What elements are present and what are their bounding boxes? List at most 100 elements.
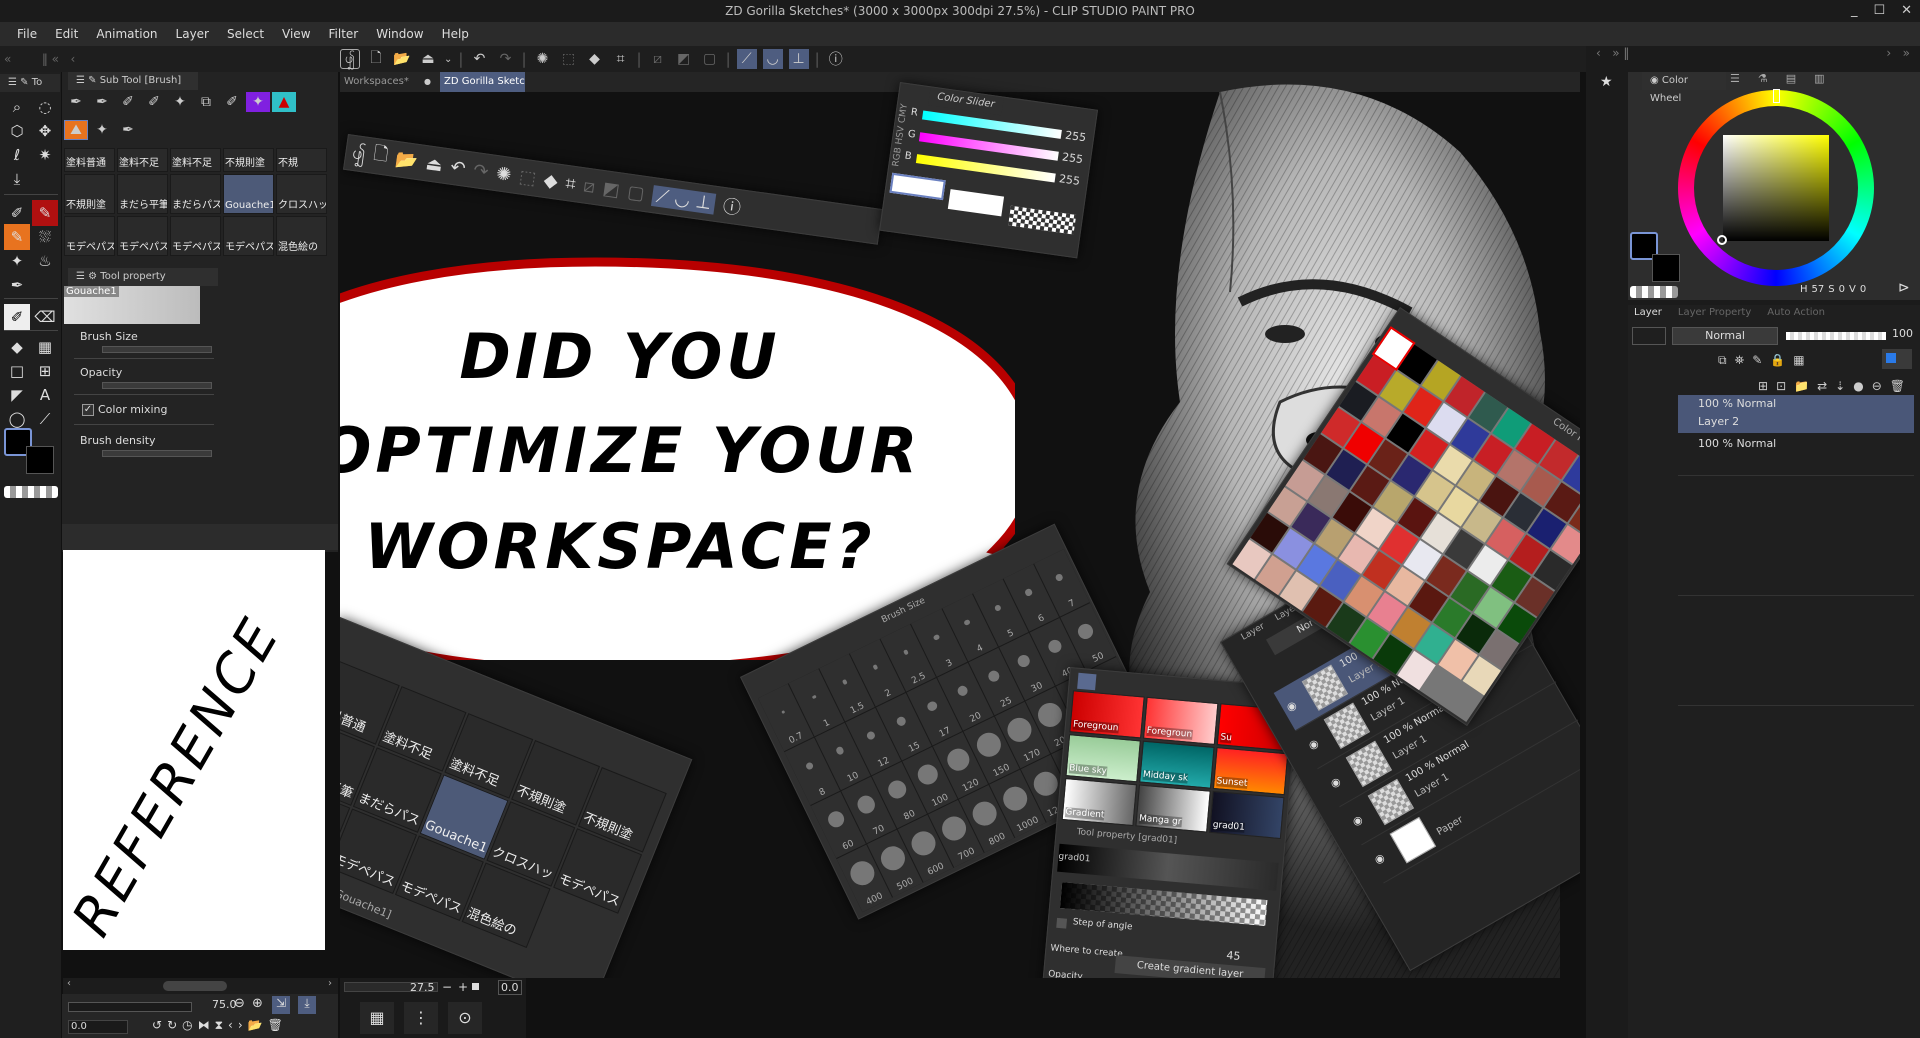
- brush-item[interactable]: 塗料不足: [117, 148, 168, 172]
- menu-edit[interactable]: Edit: [46, 22, 87, 46]
- rotate-right-icon[interactable]: ↻: [167, 1018, 177, 1033]
- zoom-out-icon[interactable]: ⊖: [234, 996, 245, 1011]
- step-angle-checkbox[interactable]: [1056, 917, 1068, 929]
- layer-color-icon[interactable]: [1882, 349, 1912, 369]
- color-picker-cursor[interactable]: [1717, 235, 1727, 245]
- gradient-preset[interactable]: Blue sky: [1065, 734, 1141, 783]
- lock-transparent-icon[interactable]: ▦: [1793, 353, 1804, 368]
- brush-item[interactable]: 塗料不足: [170, 148, 221, 172]
- lock-icon[interactable]: 🔒: [1770, 353, 1785, 368]
- navigator-rotate-value[interactable]: 0.0: [498, 980, 522, 995]
- frame-tool-icon[interactable]: ⊞: [32, 358, 58, 384]
- slider-transparent-color[interactable]: [1008, 205, 1077, 235]
- dock-arrows-left[interactable]: ‹ » ‖: [1596, 46, 1629, 60]
- brush-item[interactable]: 塗料普通: [64, 148, 115, 172]
- clip-studio-icon[interactable]: ꩴ: [351, 139, 368, 168]
- sparkle-icon[interactable]: ✦: [168, 92, 192, 112]
- gouache-group-icon[interactable]: ⛰: [64, 120, 88, 140]
- new-folder-icon[interactable]: 📁: [1794, 379, 1809, 393]
- lasso-tool-icon[interactable]: ℓ: [4, 142, 30, 168]
- brush-item[interactable]: クロスハッ: [276, 174, 327, 214]
- panel-collapse-arrows[interactable]: « ‖ « ‹: [4, 47, 75, 71]
- brush-item[interactable]: 不規則塗: [64, 174, 115, 214]
- invert-selection-icon[interactable]: ◩: [674, 49, 694, 69]
- tab-document[interactable]: ZD Gorilla Sketch: [440, 72, 525, 92]
- sidebar-view-button[interactable]: ⋮: [404, 1002, 438, 1034]
- brush-tool-icon[interactable]: ✎: [4, 224, 30, 250]
- brush-item[interactable]: 不規則塗: [223, 148, 274, 172]
- brush-item[interactable]: まだら平筆: [117, 174, 168, 214]
- color-mixing-checkbox[interactable]: ✓: [82, 404, 94, 416]
- saturation-value-square[interactable]: [1723, 135, 1829, 241]
- redo-icon[interactable]: ↷: [472, 159, 490, 182]
- blend-mode-select[interactable]: Normal: [1672, 327, 1778, 345]
- snap-grid-icon[interactable]: ⊥: [788, 49, 809, 69]
- opacity-slider[interactable]: [102, 382, 212, 389]
- save-icon[interactable]: ⏏: [424, 153, 444, 176]
- floating-command-bar[interactable]: ꩴ 🗋 📂 ⏏ ↶ ↷ ✺ ⬚ ◆ ⌗ ⧄ ◩ ▢ ⟋ ◡ ⊥ ⓘ: [342, 134, 883, 245]
- fill-tool-icon[interactable]: ◆: [4, 334, 30, 360]
- clear-outside-icon[interactable]: ⬚: [559, 49, 579, 69]
- menu-view[interactable]: View: [273, 22, 319, 46]
- layer-opacity-slider[interactable]: [1786, 332, 1886, 340]
- nib-icon[interactable]: ✒: [116, 120, 140, 140]
- new-raster-layer-icon[interactable]: ⊞: [1758, 379, 1768, 393]
- eyedropper-ref-icon[interactable]: ⤓: [298, 996, 316, 1014]
- selection-icon[interactable]: ▢: [626, 181, 646, 204]
- maximize-button[interactable]: ☐: [1873, 0, 1885, 22]
- tool-tab[interactable]: ☰ ✎ To: [0, 74, 60, 92]
- move-tool-icon[interactable]: ✥: [32, 118, 58, 144]
- gradient-preset[interactable]: Foregroun: [1143, 696, 1219, 745]
- transfer-icon[interactable]: ⇄: [1817, 379, 1827, 393]
- reset-rotate-icon[interactable]: ◷: [182, 1018, 192, 1033]
- sub-tool-tab[interactable]: ☰ ✎ Sub Tool [Brush]: [68, 72, 198, 90]
- brush-item[interactable]: 混色絵の: [276, 216, 327, 256]
- airbrush-tool-icon[interactable]: ⛆: [32, 224, 58, 250]
- eye-icon[interactable]: ◉: [1372, 851, 1387, 867]
- new-file-icon[interactable]: 🗋: [366, 49, 386, 69]
- undo-icon[interactable]: ↶: [449, 156, 467, 179]
- mask-icon[interactable]: ●: [1853, 379, 1863, 393]
- sparkle-purple-icon[interactable]: ✦: [246, 92, 270, 112]
- eye-icon[interactable]: ◉: [1284, 698, 1299, 714]
- open-ref-icon[interactable]: 📂: [248, 1018, 263, 1033]
- color-mode-toggle-icon[interactable]: ⊳: [1898, 280, 1910, 296]
- search-view-button[interactable]: ⊙: [448, 1002, 482, 1034]
- invert-selection-icon[interactable]: ◩: [601, 178, 621, 201]
- correct-line-tool-icon[interactable]: ⟋: [32, 406, 58, 432]
- brush-density-slider[interactable]: [102, 450, 212, 457]
- marker-red-icon[interactable]: ▲: [272, 92, 296, 112]
- eyedropper-icon[interactable]: ⤓: [4, 166, 30, 192]
- flip-v-icon[interactable]: ⧗: [215, 1018, 223, 1033]
- brush-item[interactable]: まだらパス: [170, 174, 221, 214]
- clear-icon[interactable]: ✺: [495, 163, 513, 186]
- next-icon[interactable]: ›: [238, 1018, 243, 1033]
- transparent-color-swatch[interactable]: [4, 486, 58, 498]
- delete-layer-icon[interactable]: 🗑: [1890, 379, 1905, 393]
- menu-layer[interactable]: Layer: [167, 22, 218, 46]
- minimize-button[interactable]: _: [1851, 0, 1858, 22]
- pencil-icon[interactable]: ✐: [142, 92, 166, 112]
- menu-file[interactable]: File: [8, 22, 46, 46]
- pen-icon[interactable]: ✒: [90, 92, 114, 112]
- canvas-area[interactable]: Workspaces* ● ZD Gorilla Sketch DID YOU …: [340, 72, 1580, 978]
- brush-item[interactable]: 不規: [276, 148, 327, 172]
- clear-icon[interactable]: ✺: [533, 49, 553, 69]
- open-file-icon[interactable]: 📂: [392, 49, 412, 69]
- brush-item[interactable]: モデペパス: [170, 216, 221, 256]
- decoration-tool-icon[interactable]: ✦: [4, 248, 30, 274]
- hue-handle[interactable]: [1773, 89, 1780, 103]
- snap-ruler-icon[interactable]: ⟋: [736, 49, 757, 69]
- clip-layer-icon[interactable]: ⧉: [1718, 353, 1727, 368]
- fill-icon[interactable]: ◆: [542, 169, 559, 192]
- chevron-down-icon[interactable]: ⌄: [444, 54, 452, 65]
- open-file-icon[interactable]: 📂: [394, 148, 419, 172]
- tool-property-tab[interactable]: ☰ ⚙ Tool property [Gouache1]: [68, 268, 218, 300]
- transparent-swatch[interactable]: [1630, 286, 1678, 298]
- sub-color-swatch[interactable]: [26, 446, 54, 474]
- brush-item[interactable]: Gouache1: [223, 174, 274, 214]
- brush-item[interactable]: モデペパス: [117, 216, 168, 256]
- ref-rotate-value[interactable]: 0.0: [68, 1020, 128, 1034]
- ref-zoom-slider[interactable]: [68, 1002, 192, 1012]
- slider-sub-color[interactable]: [947, 189, 1005, 217]
